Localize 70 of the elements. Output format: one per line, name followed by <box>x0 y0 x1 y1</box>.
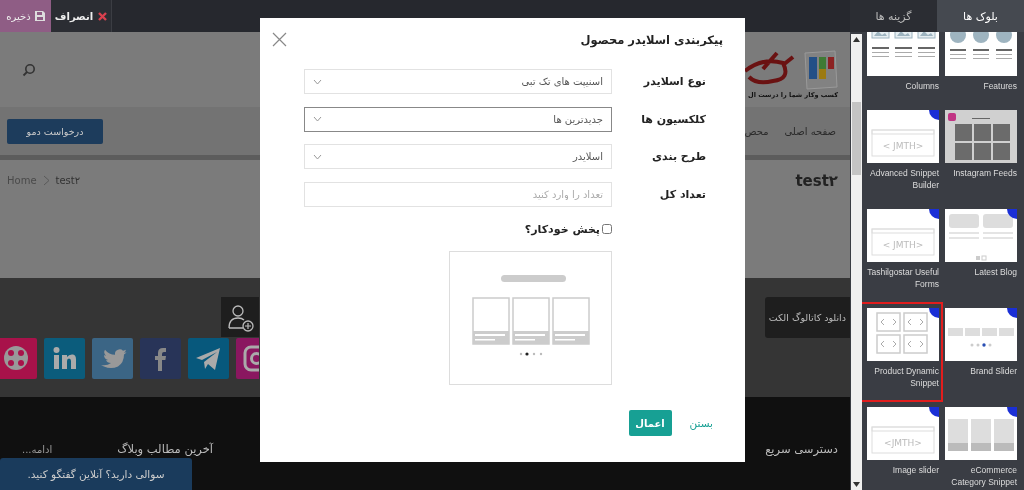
save-button[interactable]: ذخیره <box>0 0 51 32</box>
chat-bar[interactable]: سوالی دارید؟ آنلاین گفتگو کنید. <box>0 458 192 490</box>
snippet-card[interactable]: <JMTH > Advanced Snippet Builder <box>867 110 939 209</box>
snippet-name: Latest Blog <box>973 266 1017 278</box>
catalog-download-button[interactable]: دانلود کاتالوگ الکت <box>764 297 850 338</box>
snippet-name: Image slider <box>891 464 939 476</box>
linkedin-icon[interactable] <box>44 338 85 379</box>
scroll-down-icon[interactable] <box>853 482 860 487</box>
field-label: کلکسیون ها <box>640 112 707 126</box>
search-icon[interactable] <box>22 62 36 77</box>
snippet-card[interactable]: eCommerce Category Snippet <box>945 407 1017 490</box>
aparat-icon[interactable] <box>0 338 37 379</box>
snippet-name: Brand Slider <box>969 365 1017 377</box>
caret-icon <box>313 153 322 160</box>
snippet-card[interactable]: Columns <box>867 32 939 110</box>
twitter-icon[interactable] <box>92 338 133 379</box>
snippet-thumbnail <box>945 32 1017 76</box>
instagram-icon[interactable] <box>236 338 259 379</box>
field-label: تعداد کل <box>658 187 707 201</box>
panel-tab[interactable]: بلوک ها <box>937 0 1024 32</box>
snippet-name: Product Dynamic Snippet <box>873 365 939 389</box>
add-user-icon[interactable] <box>221 297 259 337</box>
snippet-name: Tashilgostar Useful Forms <box>867 266 939 290</box>
scroll-up-icon[interactable] <box>853 37 860 42</box>
logo-icon <box>743 48 838 91</box>
snippet-thumbnail <box>867 32 939 76</box>
snippet-thumbnail <box>945 308 1017 361</box>
demo-request-button[interactable]: درخواست دمو <box>7 118 103 144</box>
dropdown-field[interactable]: جدیدترین ها <box>304 106 612 132</box>
caret-icon <box>313 116 322 122</box>
snippet-card[interactable]: Latest Blog <box>945 209 1017 308</box>
read-more-link[interactable]: ادامه... <box>22 443 53 455</box>
field-label: نوع اسلایدر <box>642 75 707 88</box>
snippet-thumbnail <box>867 308 939 361</box>
chevron-icon <box>42 175 50 186</box>
panel-tab[interactable]: گزینه ها <box>850 0 937 32</box>
field-label: طرح بندی <box>650 150 707 163</box>
snippet-name: Advanced Snippet Builder <box>869 167 939 191</box>
input-field[interactable]: تعداد را وارد کنید <box>304 181 612 207</box>
snippet-name: Instagram Feeds <box>952 167 1017 179</box>
scrollbar[interactable] <box>851 34 862 490</box>
highlighted-snippet[interactable]: Product Dynamic Snippet <box>860 302 943 402</box>
breadcrumb-current: test۲ <box>55 175 81 186</box>
scrollbar-thumb[interactable] <box>852 102 861 175</box>
snippet-card[interactable]: Brand Slider <box>945 308 1017 407</box>
snippet-thumbnail: <JMTH> <box>867 407 939 460</box>
snippet-thumbnail: <JMTH > <box>867 209 939 262</box>
footer-heading: آخرین مطالب وبلاگ <box>117 442 213 456</box>
snippet-name: eCommerce Category Snippet <box>950 464 1017 488</box>
discard-button[interactable]: انصراف <box>51 0 112 32</box>
facebook-icon[interactable] <box>140 338 181 379</box>
snippet-name: Columns <box>904 80 939 92</box>
autoplay-checkbox[interactable] <box>602 224 612 234</box>
snippet-thumbnail <box>945 110 1017 163</box>
snippet-name: Features <box>982 80 1017 92</box>
checkbox-label[interactable]: پخش خودکار؟ <box>524 222 600 236</box>
snippet-thumbnail: <JMTH > <box>867 110 939 163</box>
close-icon[interactable] <box>272 32 287 47</box>
snippet-thumbnail <box>945 407 1017 460</box>
dropdown-field[interactable]: اسلایدر <box>304 144 612 169</box>
dialog-title: پیکربندی اسلایدر محصول <box>580 32 723 47</box>
snippet-card[interactable]: Features <box>945 32 1017 110</box>
caret-icon <box>313 78 322 85</box>
dropdown-field[interactable]: اسنیپت های تک تبی <box>304 69 612 94</box>
snippet-card[interactable]: Instagram Feeds <box>945 110 1017 209</box>
page-title: test۲ <box>795 172 838 190</box>
footer-heading: دسترسی سریع <box>765 442 838 456</box>
snippet-card[interactable]: <JMTH> Image slider <box>867 407 939 490</box>
snippet-thumbnail <box>945 209 1017 262</box>
close-icon <box>98 11 108 21</box>
